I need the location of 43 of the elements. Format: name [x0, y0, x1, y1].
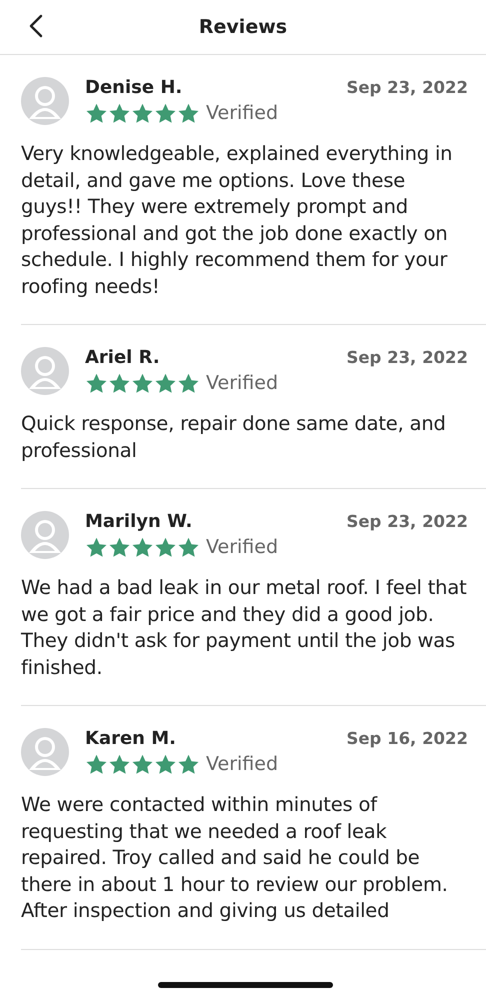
- verified-label: Verified: [206, 372, 278, 394]
- star-icon: [154, 536, 177, 558]
- review-text: Quick response, repair done same date, and professional: [21, 411, 447, 464]
- star-icon: [85, 753, 108, 775]
- review-date: Sep 23, 2022: [346, 348, 468, 367]
- star-icon: [108, 102, 131, 124]
- avatar-icon: [21, 347, 69, 395]
- verified-label: Verified: [206, 102, 278, 124]
- verified-label: Verified: [206, 536, 278, 558]
- review-date: Sep 16, 2022: [346, 729, 468, 748]
- reviewer-name: Karen M.: [85, 728, 176, 749]
- back-icon: [28, 14, 44, 38]
- star-icon: [154, 102, 177, 124]
- star-icon: [131, 753, 154, 775]
- reviewer-name: Ariel R.: [85, 347, 160, 368]
- star-icon: [131, 536, 154, 558]
- verified-label: Verified: [206, 753, 278, 775]
- page-title: Reviews: [198, 16, 288, 38]
- review-date: Sep 23, 2022: [346, 512, 468, 531]
- star-icon: [108, 753, 131, 775]
- star-icon: [85, 536, 108, 558]
- star-icon: [85, 372, 108, 394]
- star-icon: [177, 753, 200, 775]
- star-icon: [177, 102, 200, 124]
- star-icon: [108, 372, 131, 394]
- star-icon: [108, 536, 131, 558]
- avatar-icon: [21, 77, 69, 125]
- star-icon: [131, 372, 154, 394]
- star-icon: [131, 102, 154, 124]
- back-button[interactable]: [28, 14, 44, 38]
- review-text: We were contacted within minutes of requesting that we needed a roof leak repaired. Troy called and said he could be there in about 1 hour to review our problem. After inspection and giving us detailed: [21, 792, 449, 924]
- star-icon: [177, 536, 200, 558]
- avatar-icon: [21, 728, 69, 776]
- avatar-icon: [21, 511, 69, 559]
- review-date: Sep 23, 2022: [346, 78, 468, 97]
- reviewer-name: Marilyn W.: [85, 511, 192, 532]
- star-icon: [177, 372, 200, 394]
- review-text: Very knowledgeable, explained everything in detail, and gave me options. Love these guys!! They were extremely prompt and professional and got the job done exactly on schedule. I highly recommend them for your roofing needs!: [21, 141, 454, 300]
- star-icon: [85, 102, 108, 124]
- star-icon: [154, 372, 177, 394]
- review-text: We had a bad leak in our metal roof. I feel that we got a fair price and they did a good job. They didn't ask for payment until the job was finished.: [21, 575, 468, 680]
- star-icon: [154, 753, 177, 775]
- reviewer-name: Denise H.: [85, 77, 182, 98]
